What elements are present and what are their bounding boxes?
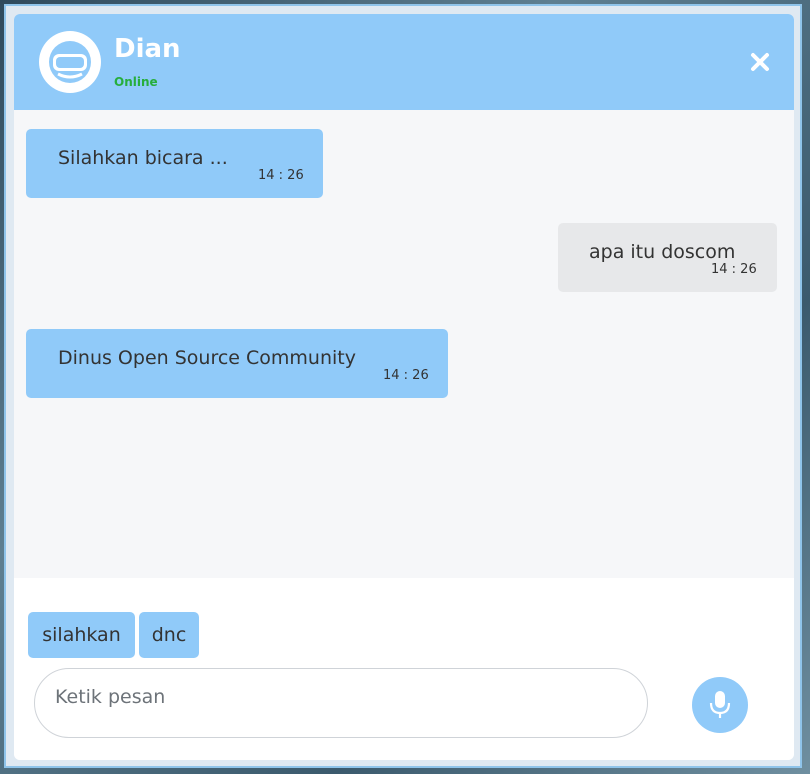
chat-header: Dian Online: [14, 14, 794, 110]
message-text: Silahkan bicara ...: [58, 147, 228, 169]
message-time: 14 : 26: [383, 368, 429, 383]
message-input-wrapper: [34, 668, 648, 738]
message-text: Dinus Open Source Community: [58, 347, 356, 369]
vr-headset-icon: [49, 41, 91, 83]
message-time: 14 : 26: [258, 168, 304, 183]
microphone-icon: [709, 691, 731, 718]
message-input[interactable]: [53, 681, 627, 713]
close-icon: [751, 53, 769, 71]
message-text: apa itu doscom: [589, 241, 736, 263]
chat-widget: Dian Online Silahkan bicara ... 14 : 26 …: [14, 14, 794, 760]
message-time: 14 : 26: [711, 262, 757, 277]
message-bubble-bot: Dinus Open Source Community 14 : 26: [26, 329, 448, 398]
avatar: [39, 31, 101, 93]
close-button[interactable]: [749, 51, 771, 73]
voice-input-button[interactable]: [692, 677, 748, 733]
contact-name: Dian: [114, 34, 181, 64]
composer-area: silahkan dnc: [14, 578, 794, 760]
suggestion-chip[interactable]: dnc: [139, 612, 199, 658]
message-list: Silahkan bicara ... 14 : 26 apa itu dosc…: [14, 110, 794, 578]
online-status: Online: [114, 75, 158, 89]
suggestion-chip[interactable]: silahkan: [28, 612, 135, 658]
message-bubble-user: apa itu doscom 14 : 26: [558, 223, 777, 292]
message-bubble-bot: Silahkan bicara ... 14 : 26: [26, 129, 323, 198]
